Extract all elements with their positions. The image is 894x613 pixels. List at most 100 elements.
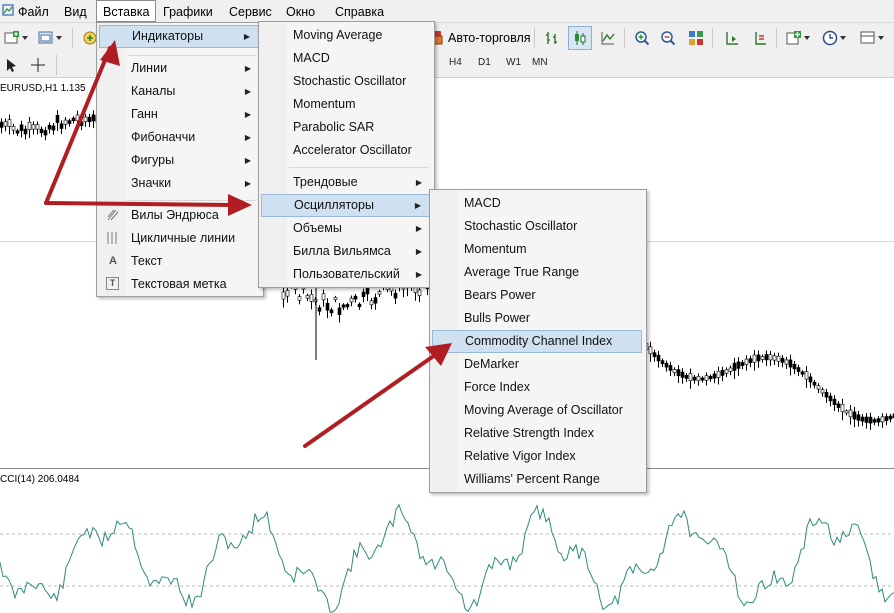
candlestick-chart-icon[interactable] [568,26,592,50]
menu-item-arrows[interactable]: Значки ▶ [99,172,259,195]
menu-item-text-label[interactable]: T Текстовая метка [99,273,259,296]
menu-item-bill-williams[interactable]: Билла Вильямса ▶ [261,240,430,263]
candle-body [305,295,310,299]
bar-chart-icon[interactable] [542,28,562,48]
menu-item-label: Force Index [464,380,531,394]
chart-symbol-label: EURUSD,H1 1.135 [0,83,86,94]
crosshair-icon[interactable] [28,55,48,75]
menu-item-rsi[interactable]: Relative Strength Index [432,422,642,445]
autotrading-button[interactable]: Авто-торговля [430,28,531,48]
menu-item-stochastic[interactable]: Stochastic Oscillator [261,70,430,93]
candle-body [780,357,785,363]
menu-item-text[interactable]: A Текст [99,250,259,273]
menu-item-andrews-pitchfork[interactable]: Вилы Эндрюса [99,204,259,227]
candle-body [852,411,857,420]
menu-item-momentum[interactable]: Momentum [261,93,430,116]
menu-item-lines[interactable]: Линии ▶ [99,57,259,80]
auto-scroll-icon[interactable] [750,28,770,48]
period-d1[interactable]: D1 [478,57,491,68]
new-chart-icon[interactable] [2,28,22,48]
candle-body [672,369,677,373]
chevron-down-icon[interactable] [838,28,848,48]
menu-item-gann[interactable]: Ганн ▶ [99,103,259,126]
menu-item-label: Текст [131,254,163,268]
menu-item-commodity-channel-index[interactable]: Commodity Channel Index [432,330,642,353]
candle-body [692,376,697,381]
candle-body [808,376,813,383]
candle-body [27,121,32,130]
menu-item-shapes[interactable]: Фигуры ▶ [99,149,259,172]
menu-item-volumes[interactable]: Объемы ▶ [261,217,430,240]
profiles-icon[interactable] [36,28,56,48]
menu-item-fibonacci[interactable]: Фибоначчи ▶ [99,126,259,149]
menu-item-accelerator[interactable]: Accelerator Oscillator [261,139,430,162]
menu-item-label: MACD [464,196,501,210]
menu-window[interactable]: Окно [280,0,321,22]
candle-body [840,403,845,413]
submenu-arrow-icon: ▶ [244,179,251,188]
zoom-in-icon[interactable] [632,28,652,48]
chart-shift-icon[interactable] [722,28,742,48]
menu-item-demarker[interactable]: DeMarker [432,353,642,376]
menu-item-momentum[interactable]: Momentum [432,238,642,261]
candle-body [716,370,721,378]
candle-body [760,356,765,360]
menu-item-macd[interactable]: MACD [432,192,642,215]
menu-help[interactable]: Справка [329,0,390,22]
chevron-down-icon[interactable] [20,28,30,48]
candle-body [79,121,84,126]
chevron-down-icon[interactable] [802,28,812,48]
menu-item-indicators[interactable]: Индикаторы ▶ [99,25,259,48]
menu-item-cycle-lines[interactable]: Цикличные линии [99,227,259,250]
menu-item-label: Фибоначчи [131,130,196,144]
menu-item-williams-percent-range[interactable]: Williams' Percent Range [432,468,642,491]
period-w1[interactable]: W1 [506,57,521,68]
cursor-icon[interactable] [2,55,22,75]
menu-item-oscillators[interactable]: Осцилляторы ▶ [261,194,430,217]
menu-file[interactable]: Файл [12,0,55,22]
line-chart-icon[interactable] [598,28,618,48]
candle-body [3,121,8,127]
menu-item-custom[interactable]: Пользовательский ▶ [261,263,430,286]
menu-item-parabolic-sar[interactable]: Parabolic SAR [261,116,430,139]
menu-item-label: Relative Strength Index [464,426,594,440]
period-mn[interactable]: MN [532,57,548,68]
candle-body [736,361,741,369]
indicators-list-icon[interactable] [784,28,804,48]
candle-body [792,364,797,370]
menu-item-rvi[interactable]: Relative Vigor Index [432,445,642,468]
period-h4[interactable]: H4 [449,57,462,68]
candle-body [820,389,825,394]
candle-body [63,119,68,125]
menu-item-macd[interactable]: MACD [261,47,430,70]
menu-item-channels[interactable]: Каналы ▶ [99,80,259,103]
chevron-down-icon[interactable] [54,28,64,48]
chevron-down-icon[interactable] [876,28,886,48]
candle-body [888,415,893,420]
menu-item-osma[interactable]: Moving Average of Oscillator [432,399,642,422]
menu-item-label: Parabolic SAR [293,120,375,134]
candle-body [864,416,869,423]
zoom-out-icon[interactable] [658,28,678,48]
candle-body [337,307,342,315]
menu-item-bulls-power[interactable]: Bulls Power [432,307,642,330]
menu-item-average-true-range[interactable]: Average True Range [432,261,642,284]
menu-item-force-index[interactable]: Force Index [432,376,642,399]
menu-view[interactable]: Вид [58,0,93,22]
menu-item-trend[interactable]: Трендовые ▶ [261,171,430,194]
candle-body [75,114,80,122]
menu-charts[interactable]: Графики [157,0,219,22]
tile-windows-icon[interactable] [686,28,706,48]
menu-tools[interactable]: Сервис [223,0,278,22]
clock-icon[interactable] [820,28,840,48]
text-label-icon: T [106,277,119,290]
candle-body [67,120,72,124]
candle-body [51,125,56,131]
candle-body [696,376,701,382]
menu-item-label: Индикаторы [132,29,204,43]
menu-item-stochastic[interactable]: Stochastic Oscillator [432,215,642,238]
menu-item-bears-power[interactable]: Bears Power [432,284,642,307]
templates-icon[interactable] [858,28,878,48]
menu-insert[interactable]: Вставка [96,0,157,22]
menu-item-moving-average[interactable]: Moving Average [261,24,430,47]
